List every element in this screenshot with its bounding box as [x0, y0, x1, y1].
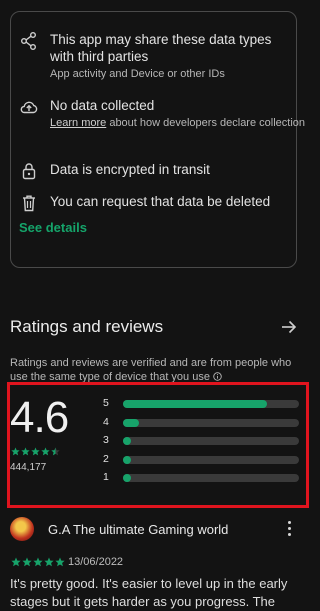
histogram-row-2: 2	[103, 452, 299, 465]
histogram-label: 5	[103, 397, 109, 409]
histogram-bar	[123, 437, 131, 445]
histogram-bar	[123, 474, 131, 482]
histogram-bar	[123, 400, 268, 408]
rev-star-icon	[22, 557, 32, 567]
reviewer-name: G.A The ultimate Gaming world	[48, 522, 229, 537]
average-rating-stars	[11, 447, 60, 456]
ratings-verified-note: Ratings and reviews are verified and are…	[10, 356, 310, 384]
histogram-row-1: 1	[103, 471, 299, 483]
histogram-label: 3	[103, 434, 109, 446]
cloud-upload-icon	[19, 97, 39, 117]
encryption-text: Data is encrypted in transit	[50, 162, 210, 177]
arrow-right-icon[interactable]	[280, 318, 298, 336]
ratings-verified-text: Ratings and reviews are verified and are…	[10, 357, 292, 383]
histogram-bar	[123, 418, 139, 427]
review-date: 13/06/2022	[68, 556, 124, 568]
rating-count: 444,177	[10, 462, 47, 473]
data-collection-subtext: Learn more about how developers declare …	[50, 116, 305, 130]
histogram-track	[123, 400, 299, 408]
share-icon	[19, 31, 39, 51]
histogram-label: 4	[103, 415, 109, 428]
lock-icon	[19, 161, 39, 181]
avg-star-icon	[31, 447, 40, 456]
histogram-row-5: 5	[103, 397, 299, 409]
data-sharing-subtext: App activity and Device or other IDs	[50, 68, 225, 80]
ratings-section-title: Ratings and reviews	[10, 317, 164, 336]
histogram-label: 1	[103, 471, 109, 483]
learn-more-link[interactable]: Learn more	[50, 117, 106, 129]
histogram-track	[123, 418, 299, 427]
info-icon[interactable]	[213, 372, 222, 381]
deletion-text: You can request that data be deleted	[50, 194, 271, 209]
review-more-options-icon[interactable]	[286, 521, 292, 537]
histogram-row-3: 3	[103, 434, 299, 446]
avg-star-icon	[21, 447, 30, 456]
average-rating: 4.6	[10, 393, 69, 442]
data-collection-text: No data collected	[50, 98, 155, 113]
data-sharing-row: This app may share these data types with…	[19, 31, 290, 81]
avg-star-icon	[11, 447, 20, 456]
rev-star-icon	[55, 557, 65, 567]
reviewer-avatar	[10, 517, 34, 541]
see-details-link[interactable]: See details	[19, 220, 87, 235]
rev-star-icon	[11, 557, 21, 567]
review-text: It's pretty good. It's easier to level u…	[10, 576, 288, 609]
histogram-track	[123, 437, 299, 445]
avg-star-icon	[41, 447, 50, 456]
data-sharing-text: This app may share these data types with…	[50, 32, 272, 64]
histogram-track	[123, 474, 299, 482]
trash-icon	[19, 193, 39, 213]
encryption-row: Data is encrypted in transit	[19, 161, 290, 181]
data-collection-subtext-rest: about how developers declare collection	[106, 117, 306, 129]
histogram-track	[123, 455, 299, 464]
rev-star-icon	[33, 557, 43, 567]
histogram-label: 2	[103, 452, 109, 465]
histogram-row-4: 4	[103, 415, 299, 428]
deletion-row: You can request that data be deleted	[19, 193, 290, 213]
data-collection-row: No data collected Learn more about how d…	[19, 97, 305, 130]
avg-star-icon	[51, 447, 60, 456]
histogram-bar	[123, 455, 131, 464]
rev-star-icon	[44, 557, 54, 567]
review-stars	[11, 557, 65, 567]
